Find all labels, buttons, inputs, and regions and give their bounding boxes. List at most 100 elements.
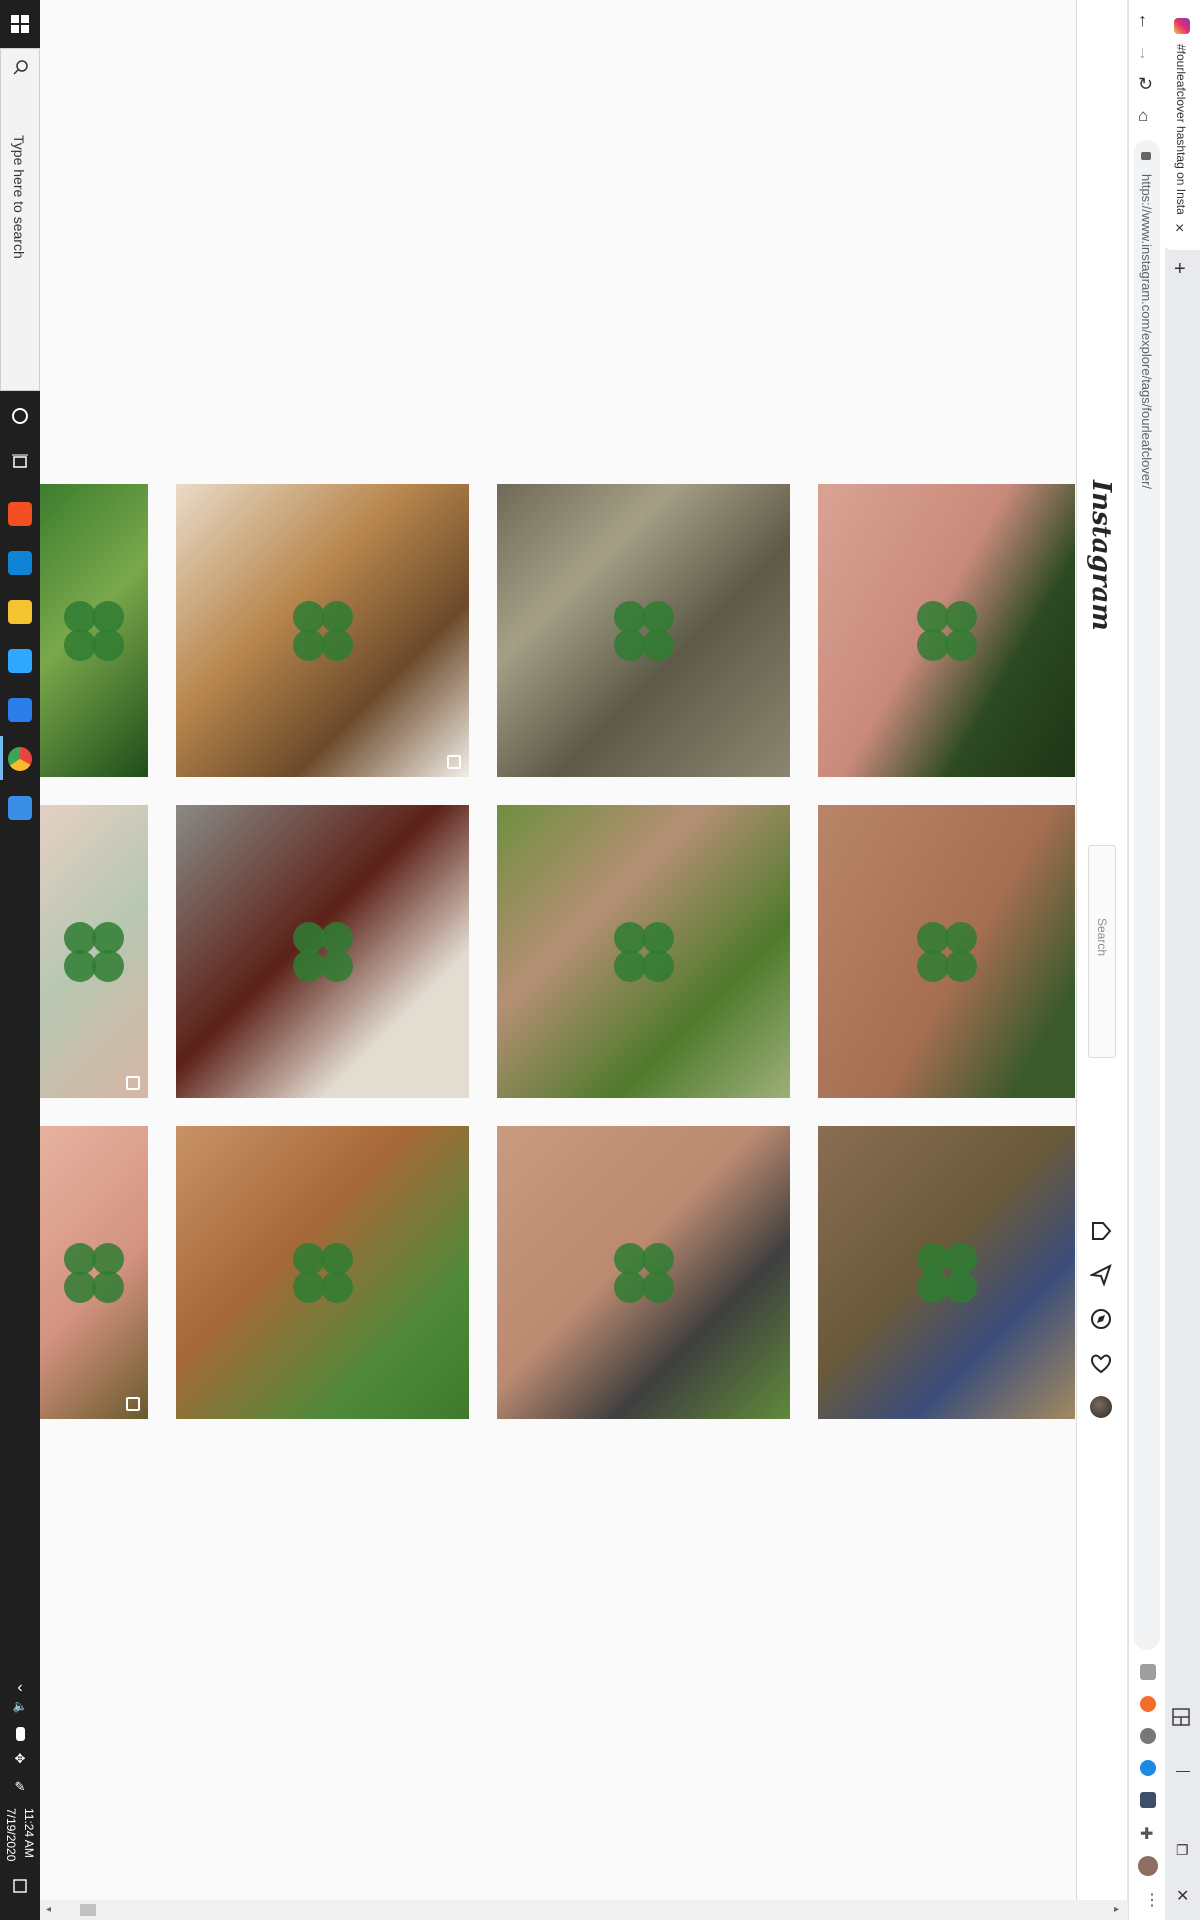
clover-leaf	[944, 949, 977, 982]
extensions-puzzle-icon[interactable]: ✚	[1140, 1824, 1153, 1844]
window-minimize-button[interactable]: —	[1176, 1762, 1190, 1778]
clover-leaf	[944, 600, 977, 633]
clover-leaf	[92, 1270, 124, 1303]
scroll-right-arrow-icon[interactable]: ▸	[1114, 1904, 1119, 1915]
clover-leaf	[916, 600, 949, 633]
reload-icon[interactable]: ↻	[1138, 74, 1153, 95]
clover-leaf	[292, 1270, 325, 1303]
home-icon[interactable]	[1090, 1220, 1112, 1242]
taskbar-microsoft-store-icon[interactable]	[8, 502, 32, 526]
cortana-icon[interactable]	[0, 394, 40, 438]
post-thumbnail[interactable]	[40, 484, 148, 777]
clover-leaf	[92, 1242, 124, 1275]
clover-leaf	[613, 1242, 646, 1275]
address-bar[interactable]: https://www.instagram.com/explore/tags/f…	[1134, 140, 1160, 1650]
notification-center-icon[interactable]	[0, 1864, 40, 1908]
clover-leaf	[641, 600, 674, 633]
clover-leaf	[944, 1242, 977, 1275]
post-thumbnail[interactable]	[818, 1126, 1075, 1419]
clover-leaf	[613, 1270, 646, 1303]
browser-menu-icon[interactable]: ⋮	[1144, 1890, 1160, 1910]
post-thumbnail[interactable]	[497, 1126, 790, 1419]
post-thumbnail[interactable]	[818, 484, 1075, 777]
clover-leaf	[92, 628, 124, 661]
instagram-favicon-icon	[1174, 18, 1190, 34]
taskbar-clock-time[interactable]: 11:24 AM	[22, 1808, 36, 1858]
extension-circle-icon[interactable]	[1140, 1728, 1156, 1744]
instagram-search-placeholder: Search	[1095, 918, 1109, 957]
active-app-indicator	[0, 736, 3, 780]
post-thumbnail[interactable]	[497, 484, 790, 777]
back-arrow-icon[interactable]: ↑	[1138, 10, 1147, 31]
post-thumbnail[interactable]	[176, 1126, 469, 1419]
direct-icon[interactable]	[1088, 1264, 1112, 1287]
clover-leaf	[641, 1270, 674, 1303]
clover-leaf	[944, 921, 977, 954]
clover-leaf	[944, 1270, 977, 1303]
instagram-search-input[interactable]: Search	[1088, 845, 1116, 1058]
battery-icon[interactable]	[0, 1724, 40, 1744]
post-thumbnail[interactable]	[176, 805, 469, 1098]
taskbar-chrome-icon[interactable]	[8, 747, 32, 771]
post-thumbnail[interactable]	[40, 805, 148, 1098]
network-icon[interactable]: ✥	[0, 1748, 40, 1770]
extension-dark-icon[interactable]	[1140, 1792, 1156, 1808]
new-tab-button[interactable]: +	[1174, 258, 1186, 281]
clover-leaf	[641, 628, 674, 661]
taskbar-edge-icon[interactable]	[8, 551, 32, 575]
forward-arrow-icon[interactable]: ↓	[1138, 42, 1147, 63]
taskbar-file-explorer-icon[interactable]	[8, 600, 32, 624]
horizontal-scrollbar[interactable]: ◂ ▸	[40, 1900, 1128, 1920]
clover-leaf	[292, 921, 325, 954]
profile-avatar[interactable]	[1090, 1396, 1112, 1418]
instagram-logo[interactable]: Instagram	[1086, 480, 1116, 631]
extension-g-icon[interactable]	[1140, 1664, 1156, 1680]
carousel-indicator-icon	[126, 1076, 140, 1090]
taskbar-search-box[interactable]: Type here to search	[0, 48, 40, 391]
clover-leaf	[613, 600, 646, 633]
window-close-button[interactable]: ✕	[1176, 1886, 1189, 1906]
profile-avatar-icon[interactable]	[1138, 1856, 1158, 1876]
clover-leaf	[292, 628, 325, 661]
post-thumbnail[interactable]	[40, 1126, 148, 1419]
extension-orange-icon[interactable]	[1140, 1696, 1156, 1712]
taskbar-search-placeholder: Type here to search	[11, 135, 27, 259]
activity-heart-icon[interactable]	[1090, 1352, 1112, 1374]
post-thumbnail[interactable]	[176, 484, 469, 777]
carousel-indicator-icon	[447, 755, 461, 769]
windows-start-icon[interactable]	[0, 2, 40, 46]
home-browser-icon[interactable]: ⌂	[1138, 106, 1148, 126]
taskbar-visual-studio-code-icon[interactable]	[8, 698, 32, 722]
clover-leaf	[92, 949, 124, 982]
clover-leaf	[92, 921, 124, 954]
clover-leaf	[916, 1270, 949, 1303]
taskbar-clock-date[interactable]: 7/19/2020	[4, 1808, 18, 1861]
scroll-left-arrow-icon[interactable]: ◂	[46, 1904, 51, 1915]
clover-leaf	[292, 949, 325, 982]
clover-leaf	[320, 921, 353, 954]
post-thumbnail[interactable]	[497, 805, 790, 1098]
browser-tab-active[interactable]: #fourleafclover hashtag on Insta ×	[1164, 0, 1200, 250]
tab-layout-icon[interactable]	[1172, 1708, 1190, 1726]
extension-blue-icon[interactable]	[1140, 1760, 1156, 1776]
clover-leaf	[641, 921, 674, 954]
pen-icon[interactable]: ✎	[0, 1776, 40, 1798]
tab-title: #fourleafclover hashtag on Insta	[1174, 44, 1188, 214]
clover-leaf	[613, 628, 646, 661]
explore-icon[interactable]	[1090, 1308, 1112, 1330]
tab-close-icon[interactable]: ×	[1175, 220, 1184, 238]
clover-leaf	[641, 1242, 674, 1275]
taskbar-photoshop-icon[interactable]	[8, 649, 32, 673]
address-url: https://www.instagram.com/explore/tags/f…	[1139, 174, 1154, 490]
clover-leaf	[944, 628, 977, 661]
clover-leaf	[916, 949, 949, 982]
scrollbar-thumb[interactable]	[80, 1904, 96, 1916]
window-maximize-button[interactable]: ❐	[1176, 1842, 1189, 1859]
clover-leaf	[320, 1270, 353, 1303]
volume-icon[interactable]: 🔈	[0, 1696, 40, 1716]
taskbar-settings-icon[interactable]	[8, 796, 32, 820]
clover-leaf	[320, 600, 353, 633]
post-thumbnail[interactable]	[818, 805, 1075, 1098]
task-view-icon[interactable]	[0, 440, 40, 484]
browser-tab-strip	[1164, 0, 1200, 1920]
